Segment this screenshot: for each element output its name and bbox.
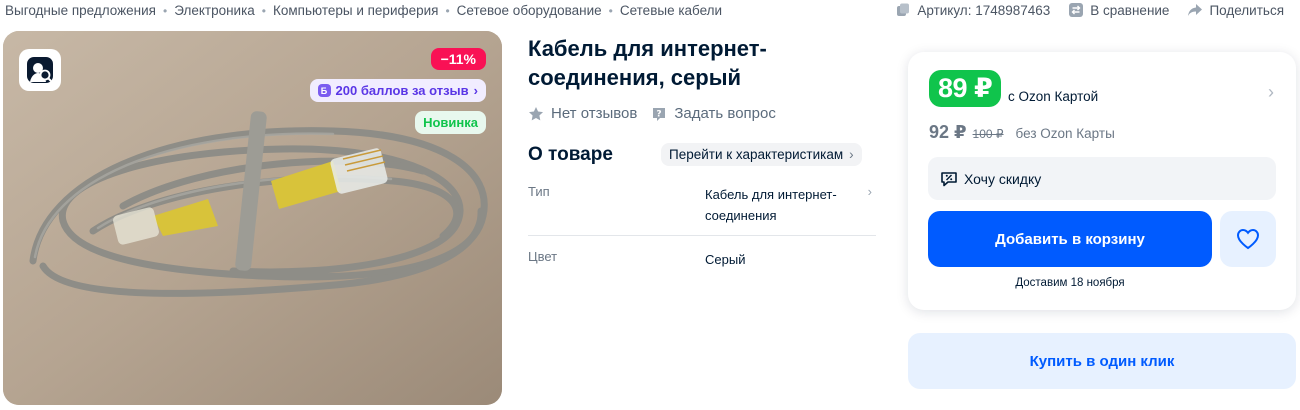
seller-icon: [27, 57, 53, 83]
review-points-badge[interactable]: Б 200 баллов за отзыв ›: [309, 79, 486, 102]
breadcrumb-item[interactable]: Выгодные предложения: [5, 3, 156, 18]
add-to-cart-button[interactable]: Добавить в корзину: [928, 211, 1212, 267]
favorite-button[interactable]: [1220, 211, 1276, 267]
divider: [528, 235, 876, 236]
property-value: Серый: [705, 252, 746, 267]
product-title: Кабель для интернет-соединения, серый: [528, 36, 767, 90]
buy-one-click-button[interactable]: Купить в один клик: [908, 333, 1296, 389]
chevron-right-icon[interactable]: ›: [1268, 82, 1274, 103]
top-actions: Артикул: 1748987463 В сравнение Поделить…: [895, 1, 1284, 19]
discount-badge: −11%: [430, 48, 486, 70]
compare-button[interactable]: В сравнение: [1068, 2, 1169, 18]
breadcrumb-separator: •: [162, 3, 168, 18]
property-value: Кабель для интернет-соединения: [705, 187, 837, 223]
discount-icon: [941, 171, 957, 186]
chevron-right-icon: ›: [473, 83, 478, 98]
property-key: Тип: [528, 184, 550, 199]
copy-icon: [897, 3, 910, 16]
breadcrumb-item[interactable]: Компьютеры и периферия: [273, 3, 438, 18]
points-label: 200 баллов за отзыв: [335, 83, 469, 98]
breadcrumb-item[interactable]: Сетевые кабели: [620, 3, 722, 18]
chevron-right-icon: ›: [849, 147, 854, 162]
breadcrumb-item[interactable]: Сетевое оборудование: [457, 3, 602, 18]
points-icon: Б: [317, 84, 331, 97]
characteristics-link[interactable]: Перейти к характеристикам ›: [661, 143, 862, 166]
compare-label: В сравнение: [1090, 2, 1170, 18]
about-heading: О товаре: [528, 144, 613, 165]
regular-price-label: без Ozon Карты: [1015, 126, 1115, 141]
breadcrumb-separator: •: [261, 3, 266, 18]
brand-badge[interactable]: [19, 49, 61, 91]
reviews-link[interactable]: Нет отзывов: [528, 105, 637, 122]
svg-text:?: ?: [657, 109, 662, 119]
delivery-date: Доставим 18 ноября: [1015, 277, 1125, 289]
heart-icon: [1236, 228, 1260, 250]
want-discount-button[interactable]: Хочу скидку: [928, 157, 1276, 200]
chevron-right-icon: ›: [867, 184, 872, 199]
reviews-label: Нет отзывов: [551, 105, 638, 122]
article-copy[interactable]: Артикул: 1748987463: [895, 2, 1050, 18]
share-button[interactable]: Поделиться: [1187, 2, 1284, 18]
current-price: 92 ₽: [929, 122, 967, 142]
article-label: Артикул: 1748987463: [917, 2, 1051, 18]
share-label: Поделиться: [1209, 2, 1284, 18]
product-gallery[interactable]: −11% Б 200 баллов за отзыв › Новинка: [3, 31, 502, 405]
characteristics-label: Перейти к характеристикам: [669, 147, 844, 162]
want-discount-label: Хочу скидку: [964, 170, 1042, 187]
question-icon: ?: [653, 107, 666, 121]
share-icon: [1188, 4, 1203, 16]
compare-icon: [1069, 3, 1084, 17]
regular-price: 92 ₽ 100 ₽ без Ozon Карты: [929, 122, 1115, 143]
card-price-label: с Ozon Картой: [1008, 89, 1099, 104]
old-price: 100 ₽: [972, 127, 1004, 141]
buy-box: 89 ₽ с Ozon Картой › 92 ₽ 100 ₽ без Ozon…: [908, 52, 1296, 310]
breadcrumb-separator: •: [445, 3, 450, 18]
breadcrumb-separator: •: [608, 3, 613, 18]
breadcrumb: Выгодные предложения • Электроника • Ком…: [5, 3, 722, 18]
new-badge: Новинка: [415, 111, 486, 134]
property-key: Цвет: [528, 249, 558, 264]
ask-label: Задать вопрос: [674, 105, 776, 122]
product-meta: Нет отзывов ? Задать вопрос: [528, 105, 776, 122]
star-icon: [529, 106, 543, 120]
breadcrumb-item[interactable]: Электроника: [174, 3, 255, 18]
ask-question-link[interactable]: ? Задать вопрос: [651, 105, 776, 122]
card-price[interactable]: 89 ₽: [929, 70, 1002, 107]
